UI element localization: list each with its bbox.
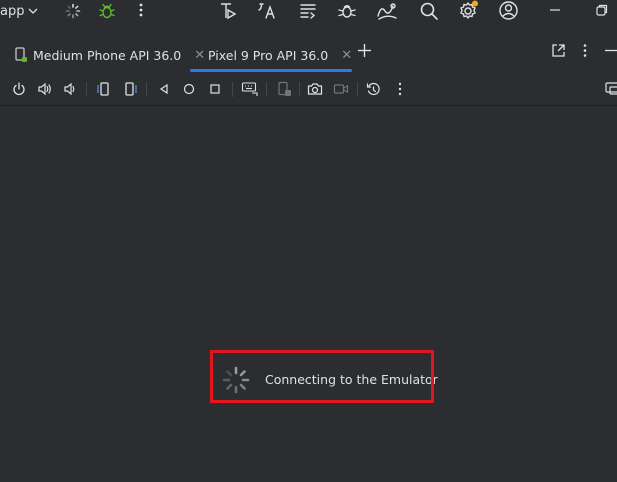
tab-label: Medium Phone API 36.0: [33, 47, 182, 63]
attach-debugger-icon[interactable]: [337, 1, 357, 21]
overview-icon[interactable]: [208, 82, 222, 96]
main-toolbar: app: [0, 0, 617, 22]
rotate-right-icon[interactable]: [122, 81, 138, 97]
tab-pixel-9-pro[interactable]: Pixel 9 Pro API 36.0 ✕: [190, 38, 352, 72]
logcat-icon[interactable]: [298, 1, 318, 21]
run-config-selector[interactable]: app: [0, 2, 39, 20]
device-icon: [15, 47, 27, 62]
more-vertical-icon[interactable]: [133, 2, 149, 18]
run-config-label: app: [0, 3, 25, 19]
toolbar-separator: [146, 82, 147, 97]
back-icon[interactable]: [157, 82, 171, 96]
hide-panel-icon[interactable]: [603, 43, 617, 58]
tab-label: Pixel 9 Pro API 36.0: [208, 47, 329, 63]
snapshot-icon[interactable]: [366, 82, 381, 97]
open-in-window-icon[interactable]: [551, 43, 566, 58]
more-vertical-icon[interactable]: [393, 82, 407, 96]
rotate-left-icon[interactable]: [96, 81, 112, 97]
screen-record-icon: [333, 84, 349, 94]
analyze-icon[interactable]: [376, 1, 398, 21]
volume-down-icon[interactable]: [63, 82, 77, 96]
toolbar-separator: [299, 82, 300, 97]
tab-medium-phone[interactable]: Medium Phone API 36.0 ✕: [14, 38, 205, 72]
account-icon[interactable]: [498, 0, 519, 21]
translate-icon[interactable]: [257, 1, 277, 21]
more-vertical-icon[interactable]: [578, 43, 592, 58]
toolbar-separator: [86, 82, 87, 97]
device-tab-bar: Medium Phone API 36.0 ✕ Pixel 9 Pro API …: [0, 38, 617, 72]
toolbar-separator: [232, 82, 233, 97]
profile-icon[interactable]: [218, 1, 238, 21]
minimize-icon[interactable]: [549, 4, 561, 16]
emulator-toolbar: [0, 74, 617, 104]
close-icon[interactable]: ✕: [341, 48, 352, 63]
keyboard-icon[interactable]: [241, 81, 258, 97]
notification-dot: [472, 0, 478, 7]
loading-spinner-icon: [65, 3, 81, 19]
add-tab-icon[interactable]: [357, 43, 372, 58]
toolbar-separator: [266, 82, 267, 97]
camera-icon[interactable]: [307, 82, 323, 96]
restore-icon[interactable]: [596, 4, 608, 16]
home-icon[interactable]: [182, 82, 196, 96]
highlight-box: [210, 350, 434, 403]
gear-icon[interactable]: [458, 0, 479, 21]
device-frame-icon: [278, 81, 291, 96]
screen-mirror-icon[interactable]: [604, 81, 617, 97]
power-icon[interactable]: [12, 82, 26, 96]
search-icon[interactable]: [419, 1, 439, 21]
emulator-display-area: [0, 106, 617, 482]
volume-up-icon[interactable]: [37, 82, 53, 96]
chevron-down-icon: [29, 8, 38, 14]
bug-icon[interactable]: [98, 2, 116, 20]
active-tab-indicator: [190, 69, 352, 72]
toolbar-separator: [357, 82, 358, 97]
